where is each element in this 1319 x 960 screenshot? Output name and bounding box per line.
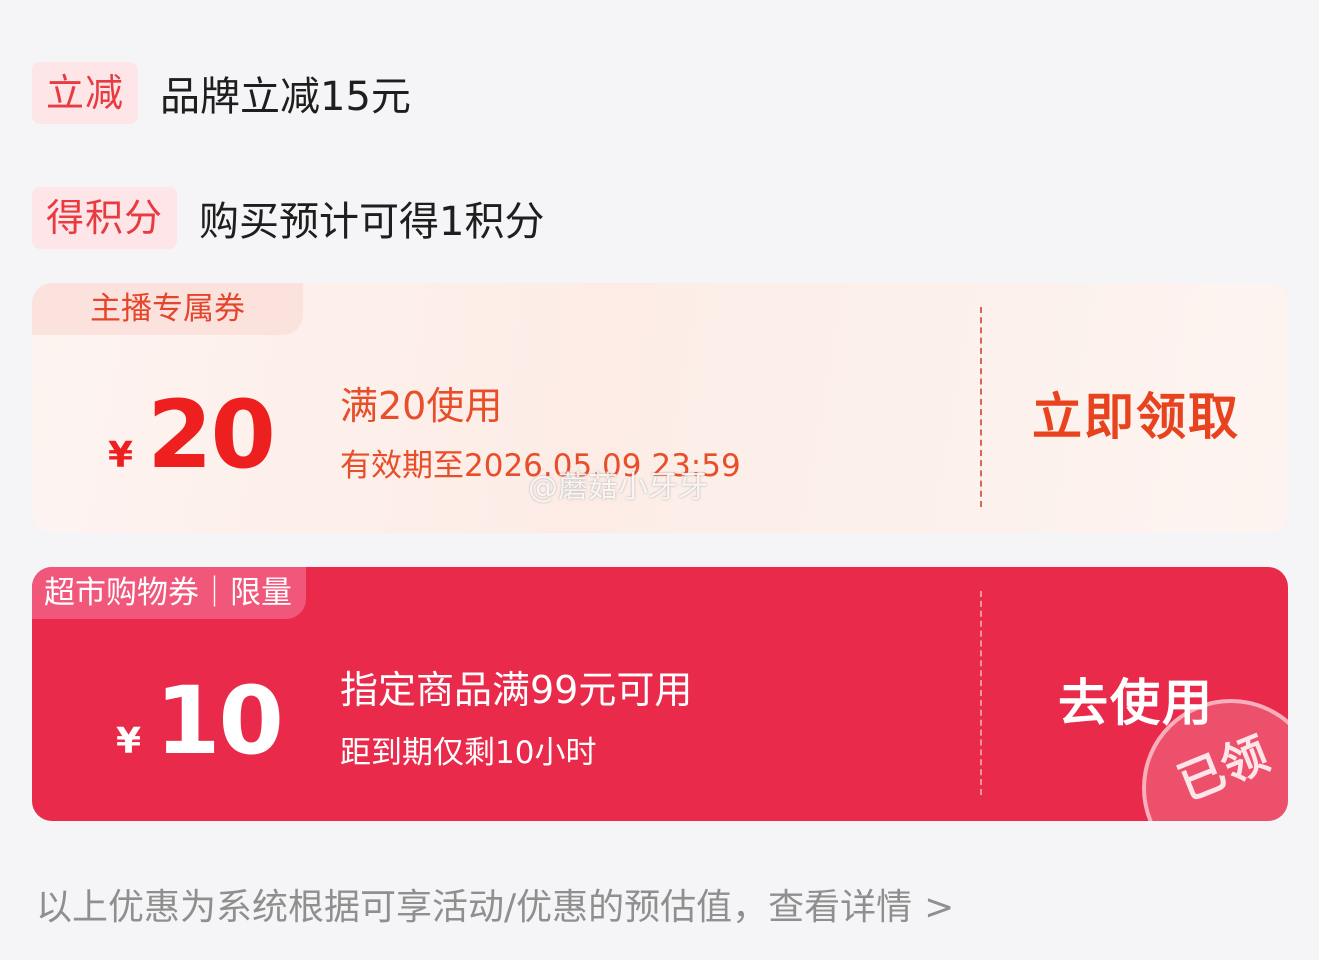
coupon-divider: [980, 307, 982, 507]
coupon-amount: ¥ 10: [116, 667, 284, 776]
claimed-stamp-text: 已领: [1170, 726, 1276, 811]
currency-symbol: ¥: [116, 721, 142, 762]
coupon-divider: [980, 591, 982, 795]
points-text: 购买预计可得1积分: [199, 199, 545, 245]
claim-now-button[interactable]: 立即领取: [1032, 377, 1240, 449]
points-tag: 得积分: [32, 187, 178, 249]
coupon-condition: 满20使用: [340, 384, 503, 428]
supermarket-coupon: 超市购物券｜限量 ¥ 10 指定商品满99元可用 距到期仅剩10小时 去使用 已…: [32, 567, 1288, 821]
coupon-condition: 指定商品满99元可用: [340, 668, 693, 712]
promo-row-points: 得积分 购买预计可得1积分: [32, 187, 544, 249]
promo-row-instant-discount: 立减 品牌立减15元: [32, 62, 411, 124]
coupon-value: 20: [147, 381, 276, 490]
weibo-watermark: @蘑菇小牙牙: [528, 470, 708, 505]
chevron-right-icon: >: [924, 887, 955, 928]
coupon-value: 10: [155, 667, 284, 776]
coupon-amount: ¥ 20: [108, 381, 276, 490]
details-link-text: 以上优惠为系统根据可享活动/优惠的预估值，查看详情: [36, 887, 913, 928]
instant-discount-text: 品牌立减15元: [160, 74, 411, 120]
coupon-type-label: 超市购物券｜限量: [32, 567, 306, 619]
coupon-expiry-countdown: 距到期仅剩10小时: [340, 735, 597, 771]
currency-symbol: ¥: [108, 435, 134, 476]
details-link[interactable]: 以上优惠为系统根据可享活动/优惠的预估值，查看详情 >: [36, 878, 954, 930]
instant-discount-tag: 立减: [32, 62, 139, 124]
coupon-type-label: 主播专属券: [32, 283, 303, 335]
